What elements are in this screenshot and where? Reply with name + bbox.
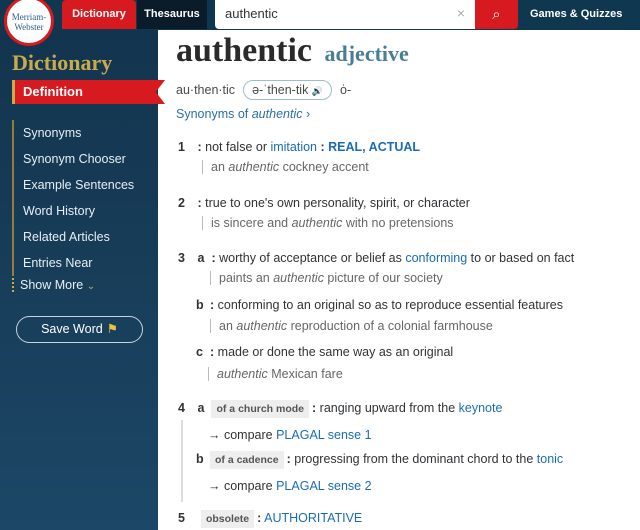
sidebar-item-related-articles[interactable]: Related Articles — [23, 224, 134, 250]
logo-text: Webster — [14, 22, 44, 32]
sidebar-item-synonym-chooser[interactable]: Synonym Chooser — [23, 146, 134, 172]
thesaurus-tab[interactable]: Thesaurus — [137, 0, 207, 29]
synonyms-link[interactable]: Synonyms of authentic › — [176, 107, 310, 121]
synonym-link[interactable]: REAL, ACTUAL — [328, 140, 420, 154]
syn-prefix: Synonyms of — [176, 107, 252, 121]
sense-5: 5 obsolete: AUTHORITATIVE — [178, 510, 362, 528]
sense-3c: c: made or done the same way as an origi… — [196, 345, 454, 359]
sense-number: 4 — [178, 401, 185, 415]
sense-letter: b — [196, 452, 204, 466]
example-sentence: is sincere and authentic with no pretens… — [202, 216, 454, 230]
sense-2: 2 : true to one's own personality, spiri… — [178, 196, 470, 210]
compare-note: → compare PLAGAL sense 1 — [208, 428, 372, 442]
search-button[interactable]: ⌕ — [475, 0, 518, 29]
save-word-button[interactable]: Save Word ⚑ — [16, 316, 143, 343]
usage-label: obsolete — [200, 510, 255, 528]
headword-text: authentic — [176, 32, 312, 69]
definition-text: worthy of acceptance or belief as — [219, 251, 406, 265]
sense-letter: b — [196, 298, 204, 312]
definition-text: true to one's own personality, spirit, o… — [205, 196, 470, 210]
syllables: au·then·tic — [176, 83, 236, 97]
definition-text: made or done the same way as an original — [217, 345, 454, 359]
sense-4b: b of a cadence: progressing from the domi… — [196, 451, 563, 469]
search-icon: ⌕ — [492, 6, 501, 23]
sidebar-item-word-history[interactable]: Word History — [23, 198, 134, 224]
pronunciation-text: ə-ˈthen-tik — [252, 83, 309, 97]
sidebar: Dictionary Definition Synonyms Synonym C… — [0, 30, 165, 530]
sidebar-list: Synonyms Synonym Chooser Example Sentenc… — [12, 120, 134, 276]
compare-link[interactable]: PLAGAL sense 1 — [276, 428, 371, 442]
sense-letter: c — [196, 345, 203, 359]
synonym-link[interactable]: AUTHORITATIVE — [264, 511, 362, 525]
usage-label: of a church mode — [211, 400, 309, 418]
headword: authentic adjective — [176, 32, 409, 70]
usage-label: of a cadence — [210, 451, 284, 469]
example-sentence: an authentic cockney accent — [202, 160, 369, 174]
bookmark-plus-icon: ⚑ — [106, 322, 118, 336]
sense-letter: a — [197, 401, 205, 415]
example-sentence: an authentic reproduction of a colonial … — [210, 319, 493, 333]
search-box: × — [215, 0, 475, 29]
games-quizzes-link[interactable]: Games & Quizzes — [530, 0, 622, 29]
definition-text: to or based on fact — [467, 251, 575, 265]
clear-icon[interactable]: × — [457, 5, 465, 21]
cross-ref-link[interactable]: keynote — [459, 401, 503, 415]
chevron-down-icon: ⌄ — [86, 281, 96, 292]
logo-text: Merriam- — [11, 12, 47, 22]
sense-number: 3 — [178, 251, 185, 265]
sense-3a: 3 a: worthy of acceptance or belief as c… — [178, 251, 575, 265]
sense-number: 1 — [178, 140, 185, 154]
compare-link[interactable]: PLAGAL sense 2 — [276, 479, 371, 493]
sidebar-item-entries-near[interactable]: Entries Near — [23, 250, 134, 276]
entry-content: authentic adjective au·then·tic ə-ˈthen-… — [158, 30, 640, 530]
top-nav: Merriam-Webster Dictionary Thesaurus × ⌕… — [0, 0, 640, 46]
sense-letter: a — [197, 251, 205, 265]
divider — [181, 420, 183, 502]
show-more-button[interactable]: Show More ⌄ — [12, 278, 95, 292]
search-input[interactable] — [215, 0, 445, 27]
sense-3b: b: conforming to an original so as to re… — [196, 298, 563, 312]
compare-note: → compare PLAGAL sense 2 — [208, 479, 372, 493]
example-sentence: authentic Mexican fare — [208, 367, 343, 381]
definition-text: progressing from the dominant chord to t… — [294, 452, 537, 466]
sense-number: 5 — [178, 511, 185, 525]
chevron-right-icon: › — [305, 107, 311, 121]
example-sentence: paints an authentic picture of our socie… — [210, 271, 443, 285]
cross-ref-link[interactable]: conforming — [405, 251, 467, 265]
sense-number: 2 — [178, 196, 185, 210]
cross-ref-link[interactable]: tonic — [537, 452, 563, 466]
dictionary-tab[interactable]: Dictionary — [62, 0, 136, 29]
sidebar-title: Dictionary — [12, 50, 113, 75]
definition-text: conforming to an original so as to repro… — [217, 298, 563, 312]
show-more-label: Show More — [20, 278, 84, 292]
sidebar-item-example-sentences[interactable]: Example Sentences — [23, 172, 134, 198]
sense-4a: 4 a of a church mode: ranging upward from… — [178, 400, 503, 418]
sidebar-item-synonyms[interactable]: Synonyms — [23, 120, 134, 146]
sidebar-item-definition[interactable]: Definition — [12, 80, 165, 104]
pronunciation-row: au·then·tic ə-ˈthen-tik 🔊 ȯ- — [176, 80, 351, 100]
sense-1: 1 : not false or imitation : REAL, ACTUA… — [178, 140, 421, 154]
part-of-speech[interactable]: adjective — [325, 41, 409, 66]
pronunciation-button[interactable]: ə-ˈthen-tik 🔊 — [243, 80, 333, 100]
definition-text: not false or — [205, 140, 271, 154]
speaker-icon: 🔊 — [311, 86, 324, 96]
syn-word: authentic — [251, 107, 303, 121]
alt-pronunciation: ȯ- — [340, 83, 352, 97]
save-word-label: Save Word — [41, 322, 103, 336]
definition-text: ranging upward from the — [319, 401, 459, 415]
cross-ref-link[interactable]: imitation — [270, 140, 317, 154]
